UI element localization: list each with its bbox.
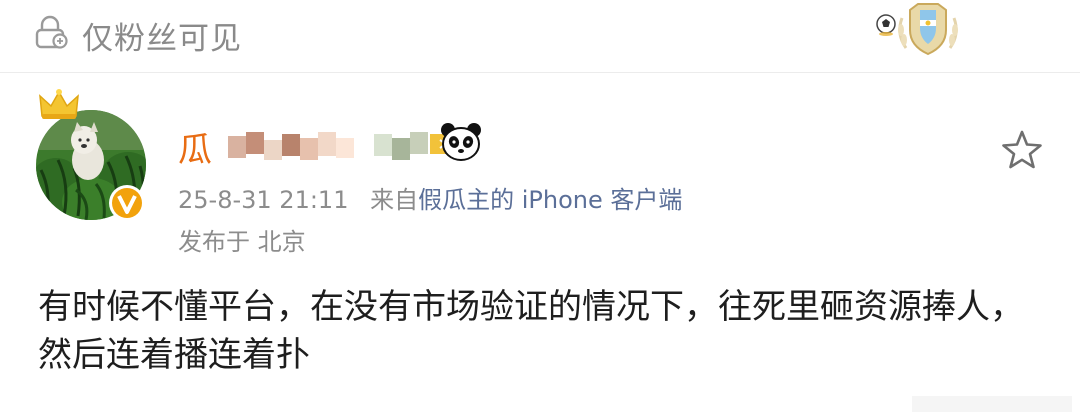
watermark	[912, 396, 1072, 412]
post-source-link[interactable]: 假瓜主的 iPhone 客户端	[418, 186, 682, 214]
post-content: 有时候不懂平台，在没有市场验证的情况下，往死里砸资源捧人，然后连着播连着扑	[38, 287, 1024, 375]
verified-v-icon	[109, 185, 145, 221]
header-divider	[0, 72, 1080, 73]
argentina-shield-badge-icon	[876, 3, 958, 56]
top-bar: 仅粉丝可见	[0, 0, 1080, 72]
blurred-username	[228, 132, 460, 160]
post-location: 发布于 北京	[178, 228, 306, 256]
crown-icon	[39, 89, 79, 119]
post-from-prefix: 来自	[370, 186, 419, 214]
star-icon[interactable]	[998, 126, 1046, 174]
post-meta: 25-8-31 21:11 来自假瓜主的 iPhone 客户端	[178, 180, 682, 215]
avatar[interactable]	[36, 89, 146, 221]
visibility-label: 仅粉丝可见	[82, 21, 242, 57]
panda-icon	[441, 123, 481, 161]
post-timestamp: 25-8-31 21:11	[178, 186, 349, 214]
username-text[interactable]: 瓜	[178, 122, 212, 171]
lock-icon	[35, 15, 68, 49]
